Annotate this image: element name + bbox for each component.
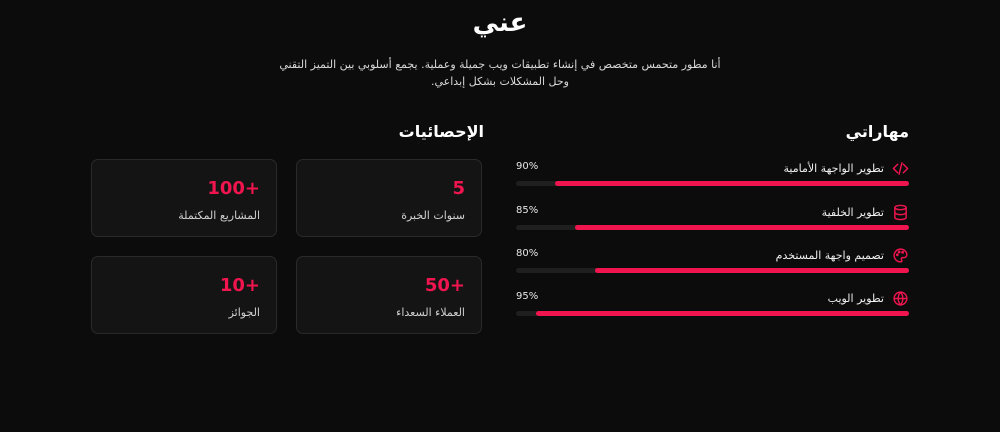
skill-progress-fill — [594, 268, 909, 273]
about-title: عني — [472, 8, 528, 38]
globe-icon — [892, 290, 909, 307]
stat-value: +100 — [207, 178, 260, 199]
stat-label: العملاء السعداء — [396, 306, 465, 319]
skill-item-backend: تطوير الخلفية 85% — [516, 204, 909, 244]
stat-card-clients: +50 العملاء السعداء — [296, 256, 482, 334]
stat-card-awards: +10 الجوائز — [91, 256, 277, 334]
skill-percent: 80% — [516, 248, 539, 259]
skills-title: مهاراتي — [845, 122, 909, 141]
skill-progress-fill — [574, 225, 909, 230]
skill-item-web-dev: تطوير الويب 95% — [516, 290, 909, 330]
database-icon — [892, 204, 909, 221]
skill-progress-track — [516, 311, 909, 316]
skill-label: تصميم واجهة المستخدم — [775, 249, 884, 262]
about-description: أنا مطور متحمس متخصص في إنشاء تطبيقات وي… — [279, 58, 721, 88]
skill-label: تطوير الويب — [827, 292, 884, 305]
skill-progress-fill — [555, 181, 909, 186]
stat-value: 5 — [452, 178, 465, 199]
skill-progress-track — [516, 181, 909, 186]
skill-label: تطوير الخلفية — [821, 206, 884, 219]
skill-percent: 95% — [516, 291, 539, 302]
skill-percent: 85% — [516, 205, 539, 216]
stat-card-experience: 5 سنوات الخبرة — [296, 159, 482, 237]
skill-progress-track — [516, 268, 909, 273]
stat-value: +50 — [424, 275, 465, 296]
skill-progress-fill — [535, 311, 909, 316]
skill-progress-track — [516, 225, 909, 230]
skill-item-frontend: تطوير الواجهة الأمامية 90% — [516, 160, 909, 200]
stats-title: الإحصائيات — [398, 122, 484, 141]
stat-card-projects: +100 المشاريع المكتملة — [91, 159, 277, 237]
skill-label: تطوير الواجهة الأمامية — [783, 162, 885, 175]
stat-label: سنوات الخبرة — [401, 209, 465, 222]
stat-value: +10 — [219, 275, 260, 296]
skill-item-ui-design: تصميم واجهة المستخدم 80% — [516, 247, 909, 287]
stat-label: الجوائز — [228, 306, 260, 319]
stat-label: المشاريع المكتملة — [178, 209, 260, 222]
palette-icon — [892, 247, 909, 264]
skill-percent: 90% — [516, 161, 539, 172]
code-icon — [892, 160, 909, 177]
